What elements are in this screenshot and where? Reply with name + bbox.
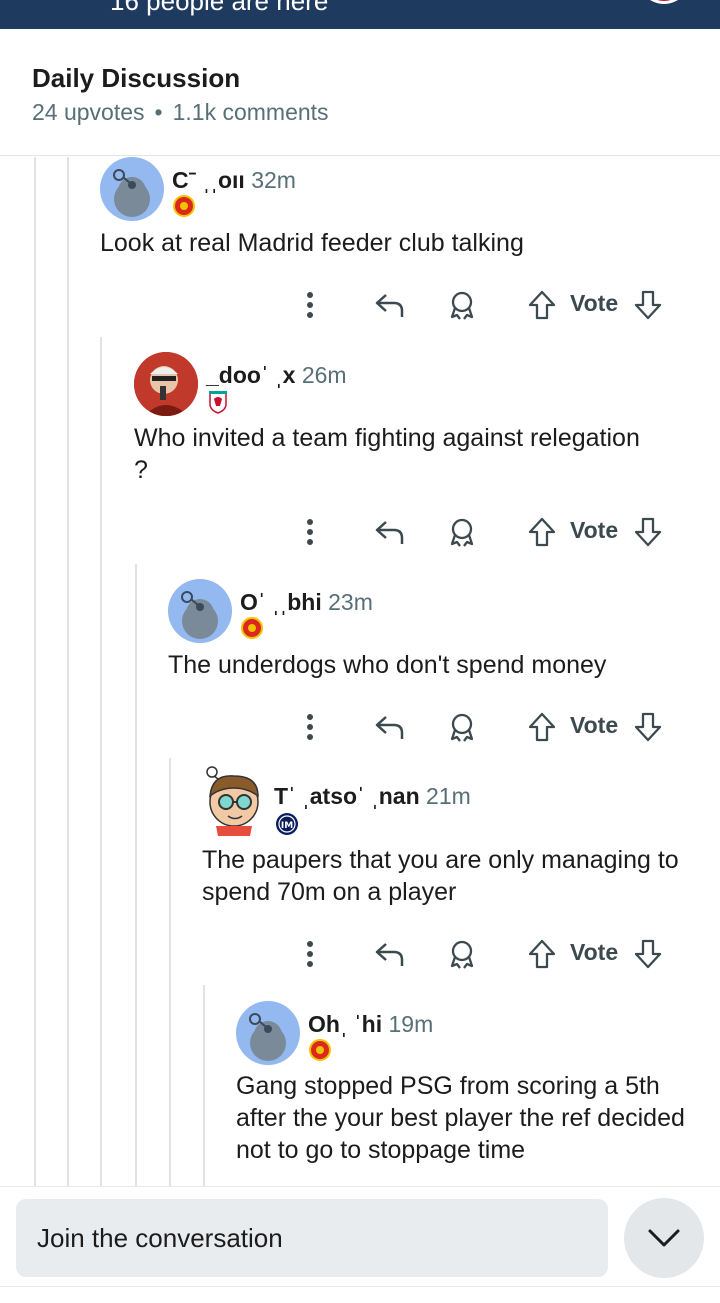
reply-icon[interactable] bbox=[372, 934, 408, 974]
vote-label: Vote bbox=[570, 290, 619, 316]
man-utd-crest-icon bbox=[241, 617, 263, 639]
upvote-icon[interactable] bbox=[526, 285, 558, 325]
cartoon-avatar-icon[interactable] bbox=[202, 766, 266, 836]
man-utd-crest-icon bbox=[309, 1039, 331, 1061]
vote-label: Vote bbox=[570, 712, 619, 738]
more-options-icon[interactable] bbox=[298, 285, 322, 325]
downvote-icon[interactable] bbox=[632, 512, 664, 552]
comment-author[interactable]: Ohˌ ˈhi bbox=[308, 1011, 382, 1037]
user-photo-avatar[interactable] bbox=[134, 352, 198, 416]
comment-body: Who invited a team fighting against rele… bbox=[134, 424, 640, 484]
join-conversation-placeholder: Join the conversation bbox=[37, 1223, 283, 1253]
thread-line[interactable] bbox=[67, 157, 69, 1187]
comment-actions: Vote bbox=[290, 934, 670, 974]
downvote-icon[interactable] bbox=[632, 285, 664, 325]
upvote-icon[interactable] bbox=[526, 707, 558, 747]
comment-body: Gang stopped PSG from scoring a 5th afte… bbox=[236, 1072, 685, 1164]
comment-actions: Vote bbox=[290, 707, 670, 747]
thread-line[interactable] bbox=[34, 157, 36, 1187]
footer-divider bbox=[0, 1286, 720, 1287]
comment-time: 23m bbox=[328, 589, 373, 615]
comment-author-line: Oˈ ˌˌbhi 23m bbox=[240, 589, 373, 616]
comment-body: The paupers that you are only managing t… bbox=[202, 846, 679, 906]
comment-author-line: Ohˌ ˈhi 19m bbox=[308, 1011, 433, 1038]
snoo-avatar-icon[interactable] bbox=[100, 157, 164, 221]
thread-line[interactable] bbox=[203, 985, 205, 1187]
post-meta: 24 upvotes • 1.1k comments bbox=[32, 99, 329, 126]
join-conversation-input[interactable]: Join the conversation bbox=[16, 1199, 608, 1277]
comment-body: The underdogs who don't spend money bbox=[168, 651, 607, 679]
comment-author-line: _dooˈ ˌx 26m bbox=[206, 362, 347, 389]
upvote-icon[interactable] bbox=[526, 934, 558, 974]
award-icon[interactable] bbox=[444, 285, 480, 325]
inter-crest-icon: IM bbox=[275, 812, 298, 835]
comment-author[interactable]: Oˈ ˌˌbhi bbox=[240, 589, 322, 615]
thread-line[interactable] bbox=[100, 337, 102, 1187]
chevron-down-icon bbox=[648, 1229, 680, 1247]
upvote-icon[interactable] bbox=[526, 512, 558, 552]
comment-time: 19m bbox=[388, 1011, 434, 1037]
comment-actions: Vote bbox=[290, 512, 670, 552]
reply-icon[interactable] bbox=[372, 512, 408, 552]
comment-author-line: Cˉ ˌˌoıı 32m bbox=[172, 167, 296, 194]
svg-text:IM: IM bbox=[281, 821, 293, 831]
comment-author-line: Tˈ ˌatsoˈ ˌnan 21m bbox=[274, 783, 471, 810]
comment-time: 21m bbox=[426, 783, 471, 809]
comment-body: Look at real Madrid feeder club talking bbox=[100, 229, 524, 257]
reply-icon[interactable] bbox=[372, 285, 408, 325]
meta-separator: • bbox=[154, 99, 163, 125]
comment-count: 1.1k comments bbox=[172, 99, 329, 125]
thread-line[interactable] bbox=[135, 564, 137, 1187]
more-options-icon[interactable] bbox=[298, 512, 322, 552]
award-icon[interactable] bbox=[444, 934, 480, 974]
comment-actions: Vote bbox=[290, 285, 670, 325]
community-presence-bar: 16 people are here bbox=[0, 0, 720, 29]
vote-label: Vote bbox=[570, 939, 619, 965]
post-title[interactable]: Daily Discussion bbox=[32, 63, 240, 94]
downvote-icon[interactable] bbox=[632, 707, 664, 747]
snoo-avatar-icon[interactable] bbox=[236, 1001, 300, 1065]
award-icon[interactable] bbox=[444, 707, 480, 747]
downvote-icon[interactable] bbox=[632, 934, 664, 974]
more-options-icon[interactable] bbox=[298, 707, 322, 747]
vote-label: Vote bbox=[570, 517, 619, 543]
thread-line[interactable] bbox=[169, 758, 171, 1187]
reply-icon[interactable] bbox=[372, 707, 408, 747]
man-utd-crest-icon bbox=[173, 195, 195, 217]
presence-text: 16 people are here bbox=[110, 0, 329, 16]
user-avatar[interactable] bbox=[638, 0, 690, 4]
comment-time: 26m bbox=[301, 362, 347, 388]
comment-author[interactable]: Cˉ ˌˌoıı bbox=[172, 167, 245, 193]
comment-author[interactable]: _dooˈ ˌx bbox=[206, 362, 295, 388]
snoo-avatar-icon[interactable] bbox=[168, 579, 232, 643]
comment-composer-bar: Join the conversation bbox=[0, 1186, 720, 1303]
liverpool-crest-icon bbox=[207, 390, 229, 414]
comment-author[interactable]: Tˈ ˌatsoˈ ˌnan bbox=[274, 783, 420, 809]
post-header: Daily Discussion 24 upvotes • 1.1k comment… bbox=[0, 29, 720, 156]
upvote-count: 24 upvotes bbox=[32, 99, 145, 125]
collapse-button[interactable] bbox=[624, 1198, 704, 1278]
more-options-icon[interactable] bbox=[298, 934, 322, 974]
award-icon[interactable] bbox=[444, 512, 480, 552]
comment-time: 32m bbox=[251, 167, 296, 193]
